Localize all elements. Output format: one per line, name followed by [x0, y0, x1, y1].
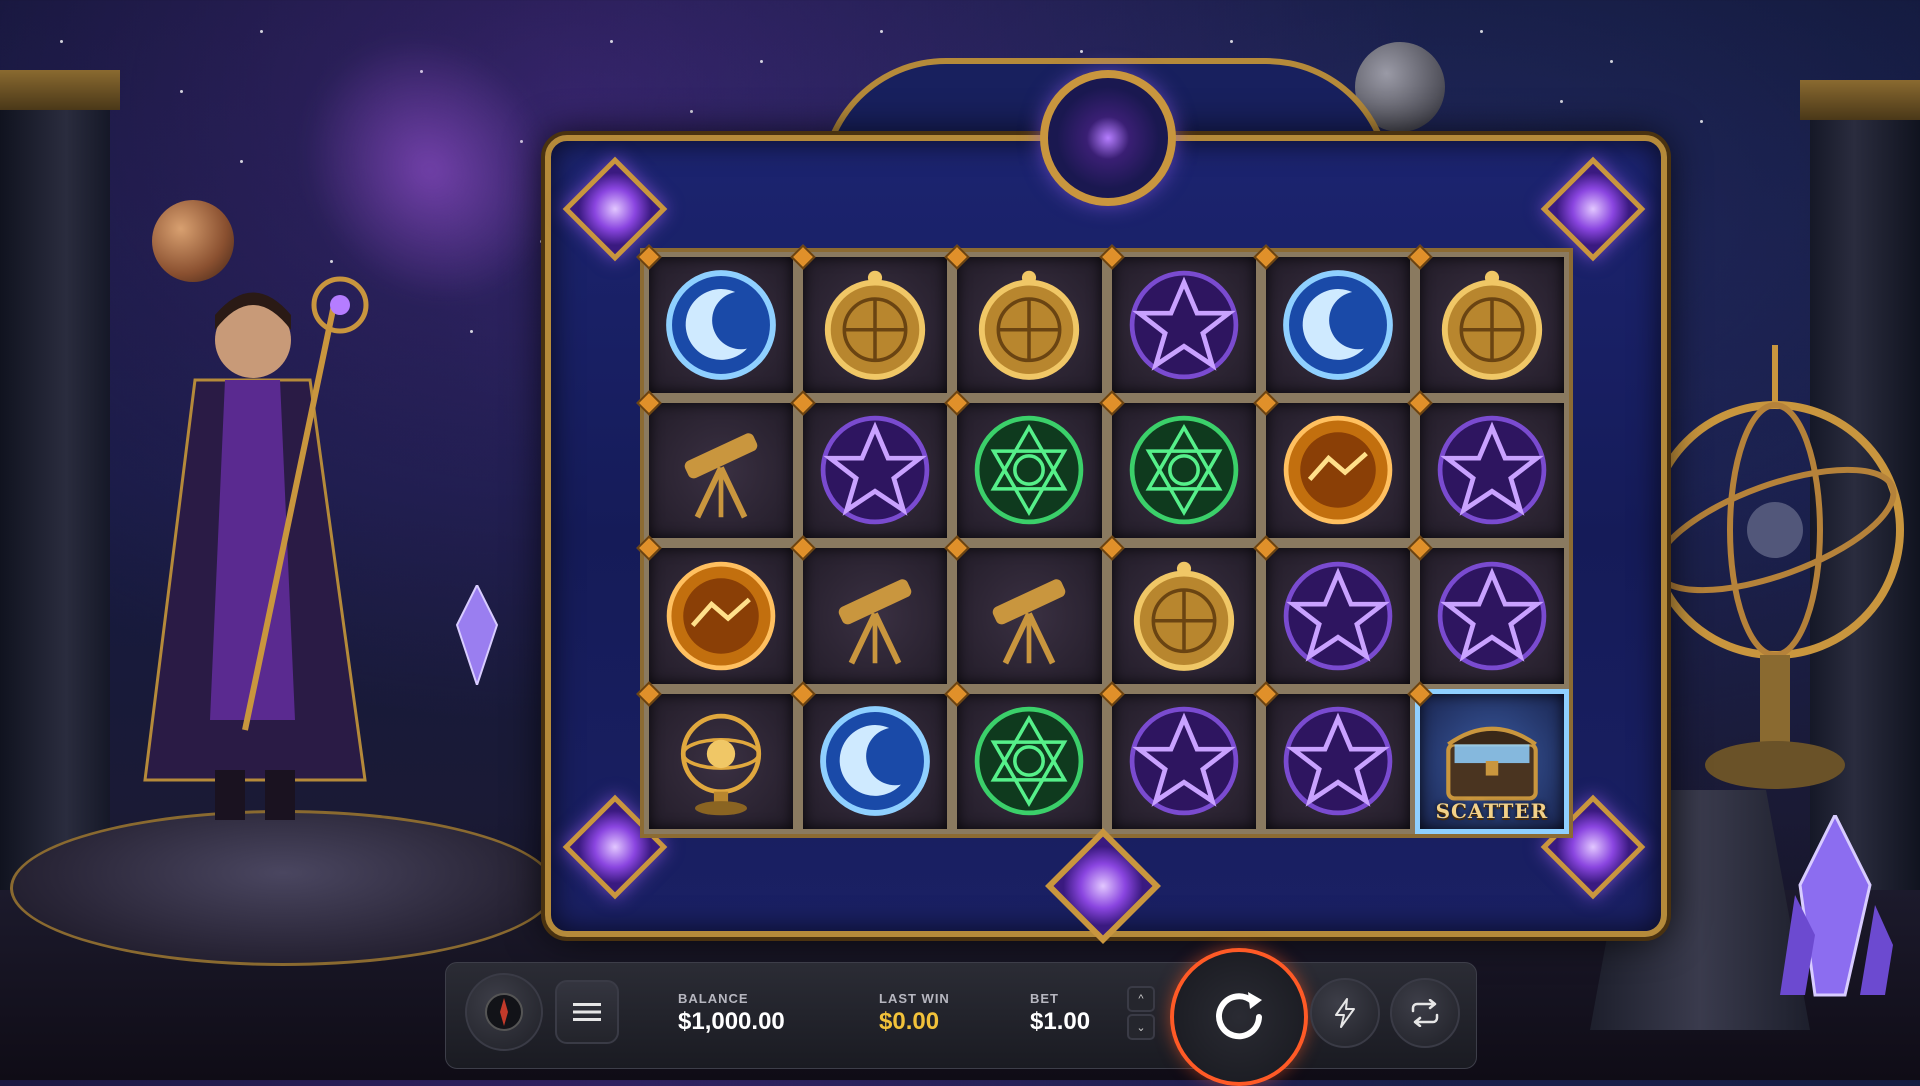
reel-cell: [644, 543, 799, 689]
pentagram-icon: [1125, 266, 1243, 384]
pillar-left: [0, 70, 120, 890]
star: [60, 40, 63, 43]
reel-cell: SCATTER: [1414, 688, 1569, 834]
star: [260, 30, 263, 33]
bet-increase-button[interactable]: ^: [1127, 986, 1155, 1012]
star: [1610, 60, 1613, 63]
reel-cell: [798, 543, 953, 689]
hexagram-icon: [970, 411, 1088, 529]
balance-value: $1,000.00: [678, 1008, 785, 1035]
pentagram-icon: [1433, 557, 1551, 675]
star: [1700, 120, 1703, 123]
reel-cell: [798, 688, 953, 834]
reel-cell: [644, 688, 799, 834]
star: [470, 330, 473, 333]
compass-icon: [1433, 266, 1551, 384]
star: [880, 30, 883, 33]
compass-icon: [1125, 557, 1243, 675]
star: [1230, 40, 1233, 43]
reel-cell: [1260, 688, 1415, 834]
reel-cell: [1106, 543, 1261, 689]
zodiac-orb-icon: [662, 557, 780, 675]
moon-icon: [662, 266, 780, 384]
moon-icon: [816, 702, 934, 820]
reel-cell: [952, 543, 1107, 689]
armillary-sphere-icon: [1646, 345, 1904, 789]
reel-cell: [952, 252, 1107, 398]
reel-cell: [644, 252, 799, 398]
zodiac-orb-icon: [1279, 411, 1397, 529]
star: [1080, 50, 1083, 53]
reel-cell: [798, 397, 953, 543]
spin-icon: [1216, 992, 1262, 1040]
reel-cell: [1106, 688, 1261, 834]
reel-cell: [1106, 252, 1261, 398]
reel-cell: [1260, 543, 1415, 689]
star: [1480, 30, 1483, 33]
top-orb-icon: [1040, 70, 1176, 206]
pentagram-icon: [1279, 702, 1397, 820]
telescope-icon: [970, 557, 1088, 675]
sound-icon: [485, 993, 523, 1031]
reel-cell: [1414, 252, 1569, 398]
telescope-icon: [816, 557, 934, 675]
last-win-label: LAST WIN: [879, 991, 950, 1006]
pentagram-icon: [1125, 702, 1243, 820]
star: [1560, 100, 1563, 103]
scatter-chest-icon: [1427, 709, 1557, 813]
reel-cell: [1106, 397, 1261, 543]
reel-cell: [1414, 397, 1569, 543]
armillary-icon: [662, 702, 780, 820]
last-win-value: $0.00: [879, 1008, 940, 1035]
chevron-up-icon: ^: [1138, 993, 1144, 1005]
autoplay-icon: [1411, 999, 1439, 1027]
star: [760, 60, 763, 63]
star: [610, 40, 613, 43]
bet-value: $1.00: [1030, 1008, 1091, 1035]
wizard-character: [95, 260, 415, 830]
scatter-label: SCATTER: [1435, 799, 1549, 823]
hexagram-icon: [970, 702, 1088, 820]
pentagram-icon: [816, 411, 934, 529]
turbo-icon: [1335, 998, 1355, 1028]
crystal-icon: [455, 585, 499, 685]
star: [240, 160, 243, 163]
reel-cell: [644, 397, 799, 543]
reel-cell: [798, 252, 953, 398]
reel-cell: [952, 688, 1107, 834]
reel-grid: SCATTER: [640, 248, 1573, 838]
star: [690, 110, 693, 113]
pentagram-icon: [1433, 411, 1551, 529]
star: [180, 90, 183, 93]
crystal-cluster-icon: [1780, 815, 1893, 997]
reel-cell: [1414, 543, 1569, 689]
wizard-pedestal: [10, 810, 556, 966]
moon-icon: [1279, 266, 1397, 384]
telescope-icon: [662, 411, 780, 529]
turbo-button[interactable]: [1310, 978, 1380, 1048]
menu-icon: [573, 1003, 601, 1021]
autoplay-button[interactable]: [1390, 978, 1460, 1048]
reel-cell: [1260, 252, 1415, 398]
reel-cell: [1260, 397, 1415, 543]
bet-label: BET: [1030, 991, 1059, 1006]
menu-button[interactable]: [555, 980, 619, 1044]
pentagram-icon: [1279, 557, 1397, 675]
spin-button[interactable]: [1170, 948, 1308, 1086]
chevron-down-icon: ⌄: [1136, 1021, 1146, 1034]
balance-label: BALANCE: [678, 991, 749, 1006]
compass-icon: [970, 266, 1088, 384]
bet-decrease-button[interactable]: ⌄: [1127, 1014, 1155, 1040]
reel-cell: [952, 397, 1107, 543]
sound-button[interactable]: [465, 973, 543, 1051]
compass-icon: [816, 266, 934, 384]
hexagram-icon: [1125, 411, 1243, 529]
